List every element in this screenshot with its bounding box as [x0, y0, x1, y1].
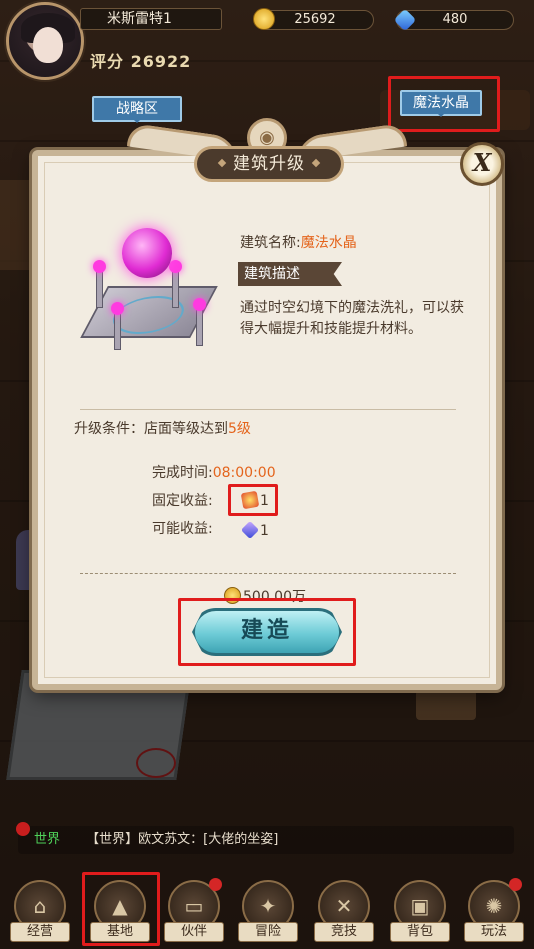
building-name-value: 魔法水晶 [300, 235, 357, 251]
world-chat-bar[interactable]: 世界 【世界】欧文苏文：[大佬的坐姿] [16, 822, 514, 854]
nav-label: 竞技 [314, 922, 374, 942]
gold-counter[interactable]: 25692 [253, 8, 374, 30]
magic-crystal-building-image [80, 224, 218, 354]
nav-item-partners[interactable]: ▭ 伙伴 [164, 878, 224, 942]
condition-label: 升级条件：店面等级达到 [74, 421, 228, 437]
fixed-reward-label: 固定收益: [152, 493, 213, 509]
nav-label: 经营 [10, 922, 70, 942]
nav-item-adventure[interactable]: ✦ 冒险 [238, 880, 298, 942]
nav-label: 冒险 [238, 922, 298, 942]
chat-channel: 世界 [34, 832, 61, 847]
notification-badge [209, 878, 222, 891]
player-score: 评分 26922 [90, 48, 191, 72]
building-name-label: 建筑名称: [240, 235, 301, 251]
gem-counter[interactable]: 480 [393, 8, 514, 32]
completion-time-row: 完成时间:08:00:00 [152, 462, 276, 482]
possible-reward-row: 可能收益: [152, 518, 213, 538]
nav-label: 背包 [390, 922, 450, 942]
possible-reward-value: 1 [260, 523, 269, 539]
building-description: 通过时空幻境下的魔法洗礼，可以获得大幅提升和技能提升材料。 [240, 300, 464, 337]
gold-value: 25692 [294, 12, 336, 27]
nav-item-gameplay[interactable]: ✺ 玩法 [464, 878, 524, 942]
build-cost: 500.00万 [224, 586, 306, 606]
nav-item-business[interactable]: ⌂ 经营 [10, 880, 70, 942]
divider [80, 409, 456, 410]
dialog-title: 建筑升级 [194, 146, 344, 182]
condition-value: 5级 [228, 421, 251, 437]
time-value: 08:00:00 [212, 465, 276, 481]
nav-item-base[interactable]: ▲ 基地 [90, 880, 150, 942]
possible-reward-label: 可能收益: [152, 521, 213, 537]
magic-crystal-tag[interactable]: 魔法水晶 [400, 90, 482, 117]
fixed-reward-item[interactable]: 1 [240, 490, 269, 510]
reward-shield-icon [240, 490, 260, 510]
fixed-reward-value: 1 [260, 493, 269, 509]
player-name: 米斯雷特1 [80, 8, 222, 30]
divider [80, 573, 456, 574]
close-icon[interactable]: X [460, 142, 504, 186]
nav-label: 伙伴 [164, 922, 224, 942]
building-desc-tag: 建筑描述 [238, 262, 342, 286]
fixed-reward-row: 固定收益: [152, 490, 213, 510]
nav-label: 基地 [90, 922, 150, 942]
player-avatar[interactable] [6, 2, 84, 80]
score-label: 评分 [90, 52, 125, 71]
chat-notification-dot [16, 822, 30, 836]
nav-item-arena[interactable]: ✕ 竞技 [314, 880, 374, 942]
build-button[interactable]: 建造 [192, 608, 342, 656]
nav-label: 玩法 [464, 922, 524, 942]
score-value: 26922 [130, 52, 192, 71]
building-name-row: 建筑名称:魔法水晶 [240, 232, 357, 252]
chat-message: 【世界】欧文苏文：[大佬的坐姿] [86, 832, 279, 847]
gold-coin-icon [253, 8, 275, 30]
gem-value: 480 [442, 12, 468, 27]
possible-reward-item[interactable]: 1 [240, 520, 269, 540]
nav-item-backpack[interactable]: ▣ 背包 [390, 880, 450, 942]
reward-crystal-icon [240, 520, 260, 540]
notification-badge [509, 878, 522, 891]
upgrade-condition: 升级条件：店面等级达到5级 [74, 418, 251, 438]
time-label: 完成时间: [152, 465, 213, 481]
gold-coin-icon [224, 587, 241, 604]
bottom-nav: ⌂ 经营 ▲ 基地 ▭ 伙伴 ✦ 冒险 ✕ 竞技 ▣ 背包 ✺ 玩法 [0, 870, 534, 949]
crystal-orb [122, 228, 172, 278]
build-cost-value: 500.00万 [243, 589, 306, 605]
